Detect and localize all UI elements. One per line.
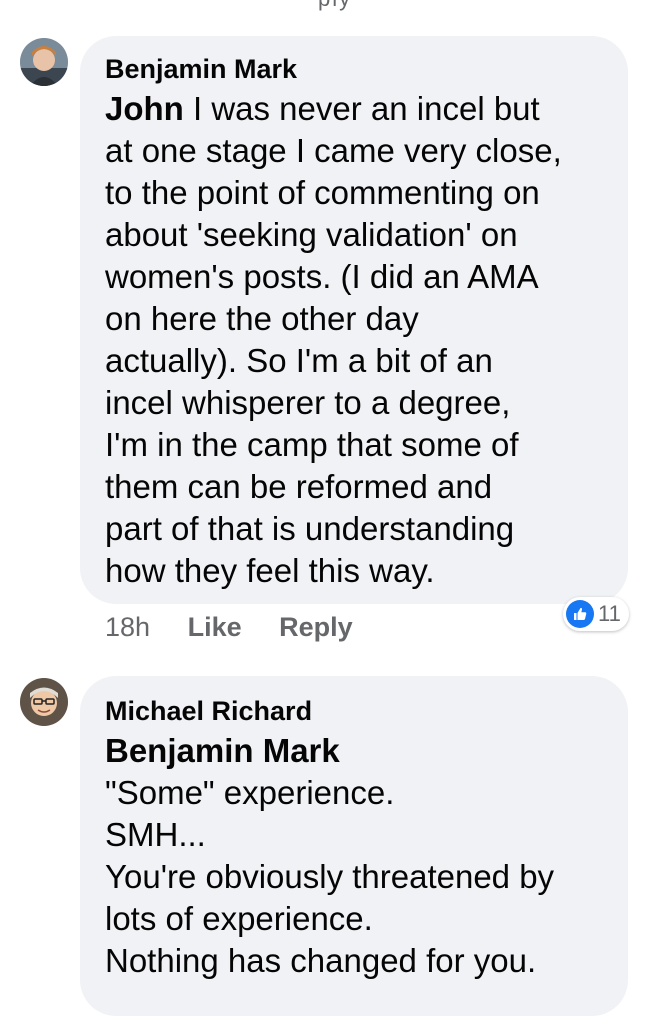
previous-reply-fragment: ply bbox=[318, 0, 352, 12]
profile-photo-icon bbox=[20, 678, 68, 726]
comment-line: Nothing has changed for you. bbox=[105, 942, 537, 979]
comment-line: incel whisperer to a degree, bbox=[105, 384, 511, 421]
comment-text: Benjamin Mark "Some" experience. SMH... … bbox=[105, 730, 554, 982]
comment-line: John I was never an incel but bbox=[105, 90, 540, 127]
comment-author[interactable]: Michael Richard bbox=[105, 696, 312, 727]
avatar[interactable] bbox=[20, 38, 68, 86]
comment-line: how they feel this way. bbox=[105, 552, 435, 589]
mention-link[interactable]: Benjamin Mark bbox=[105, 730, 554, 772]
comment-line: actually). So I'm a bit of an bbox=[105, 342, 493, 379]
avatar[interactable] bbox=[20, 678, 68, 726]
comment-line: lots of experience. bbox=[105, 900, 373, 937]
comment-line: to the point of commenting on bbox=[105, 174, 540, 211]
reply-button[interactable]: Reply bbox=[279, 612, 353, 643]
comment-line: I'm in the camp that some of bbox=[105, 426, 519, 463]
reaction-count: 11 bbox=[598, 601, 621, 626]
comment-actions: 18h Like Reply bbox=[105, 612, 353, 643]
timestamp[interactable]: 18h bbox=[105, 612, 150, 643]
comment-line: SMH... bbox=[105, 816, 206, 853]
comment-line: women's posts. (I did an AMA bbox=[105, 258, 539, 295]
comment-line: them can be reformed and bbox=[105, 468, 493, 505]
comment-line: part of that is understanding bbox=[105, 510, 515, 547]
comment-line: about 'seeking validation' on bbox=[105, 216, 518, 253]
thumbs-up-icon bbox=[566, 600, 594, 628]
like-button[interactable]: Like bbox=[188, 612, 242, 643]
comment-line: "Some" experience. bbox=[105, 774, 395, 811]
profile-photo-icon bbox=[20, 38, 68, 86]
comment-line: You're obviously threatened by bbox=[105, 858, 555, 895]
mention-link[interactable]: John bbox=[105, 90, 184, 127]
comment-author[interactable]: Benjamin Mark bbox=[105, 54, 297, 85]
comment-line: on here the other day bbox=[105, 300, 419, 337]
comment-line: at one stage I came very close, bbox=[105, 132, 562, 169]
comment-text: John I was never an incel but at one sta… bbox=[105, 88, 562, 592]
reaction-summary[interactable]: 11 bbox=[563, 597, 629, 631]
